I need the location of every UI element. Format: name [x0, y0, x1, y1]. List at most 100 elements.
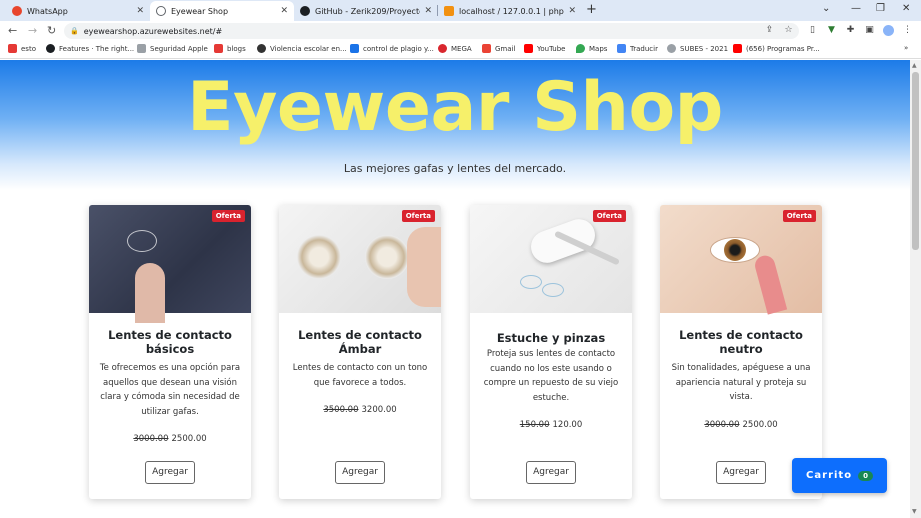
- bookmark-item[interactable]: MEGA: [438, 44, 472, 53]
- product-card: Oferta Lentes de contacto Ámbar Lentes d…: [279, 205, 441, 499]
- bookmark-label: Violencia escolar en...: [270, 44, 347, 53]
- product-title: Lentes de contacto básicos: [108, 328, 232, 356]
- lens-case-left: [297, 235, 341, 279]
- bookmark-item[interactable]: Traducir: [617, 44, 658, 53]
- avatar[interactable]: [883, 25, 894, 36]
- gmail-icon: [482, 44, 491, 53]
- lock-icon: 🔒: [70, 27, 79, 35]
- bookmark-item[interactable]: blogs: [214, 44, 246, 53]
- forward-icon[interactable]: →: [28, 24, 37, 37]
- product-card: Oferta Lentes de contacto básicos Te ofr…: [89, 205, 251, 499]
- product-description: Lentes de contacto con un tono que favor…: [292, 363, 428, 388]
- close-window-icon[interactable]: ✕: [902, 3, 910, 14]
- more-bookmarks-icon[interactable]: »: [904, 44, 908, 52]
- old-price: 150.00: [519, 420, 550, 430]
- product-image: Oferta: [279, 205, 441, 313]
- new-price: 2500.00: [171, 434, 207, 444]
- iris-shape: [724, 239, 746, 261]
- bookmark-label: Traducir: [630, 44, 658, 53]
- product-price: 3000.00 2500.00: [660, 420, 822, 430]
- contact-lens-shape: [127, 230, 157, 252]
- tab-github[interactable]: GitHub - Zerik209/ProyectoSisDe ✕: [294, 1, 438, 21]
- cart-label: Carrito: [806, 470, 853, 481]
- page-title: Eyewear Shop: [187, 68, 723, 147]
- product-price: 150.00 120.00: [470, 420, 632, 430]
- tab-whatsapp[interactable]: WhatsApp ✕: [6, 1, 150, 21]
- menu-icon[interactable]: ⋮: [902, 25, 913, 36]
- page-subtitle: Las mejores gafas y lentes del mercado.: [343, 162, 567, 175]
- bookmark-item[interactable]: YouTube: [524, 44, 565, 53]
- lens-case-shape: [526, 214, 600, 268]
- tab-eyewear-shop[interactable]: Eyewear Shop ✕: [150, 1, 294, 21]
- finger-shape: [752, 253, 788, 315]
- globe-icon: [667, 44, 676, 53]
- globe-icon: [156, 6, 166, 16]
- bookmark-label: Features · The right...: [59, 44, 135, 53]
- cart-button[interactable]: Carrito 0: [792, 458, 887, 493]
- youtube-icon: [524, 44, 533, 53]
- bookmark-item[interactable]: Violencia escolar en...: [257, 44, 347, 53]
- bookmark-item[interactable]: Maps: [576, 44, 607, 53]
- tab-label: WhatsApp: [27, 6, 68, 16]
- url-bar[interactable]: 🔒 eyewearshop.azurewebsites.net/#: [64, 23, 799, 39]
- tab-label: Eyewear Shop: [171, 6, 229, 16]
- bookmark-item[interactable]: SUBES - 2021: [667, 44, 728, 53]
- product-description: Sin tonalidades, apéguese a una aparienc…: [671, 363, 811, 402]
- minimize-icon[interactable]: —: [851, 3, 861, 14]
- bookmark-label: SUBES - 2021: [680, 44, 729, 53]
- add-to-cart-button[interactable]: Agregar: [145, 461, 195, 484]
- star-icon[interactable]: ☆: [783, 25, 794, 36]
- bookmark-label: control de plagio y...: [363, 44, 434, 53]
- lens-case-right: [365, 235, 409, 279]
- address-toolbar: ← → ↻ 🔒 eyewearshop.azurewebsites.net/# …: [0, 21, 921, 41]
- tab-search-icon[interactable]: ⌄: [822, 3, 830, 14]
- tab-strip: WhatsApp ✕ Eyewear Shop ✕ GitHub - Zerik…: [0, 0, 921, 21]
- product-price: 3500.00 3200.00: [279, 405, 441, 415]
- product-card: Oferta Estuche y pinzas Proteja sus lent…: [470, 205, 632, 499]
- close-icon[interactable]: ✕: [280, 6, 288, 16]
- add-to-cart-button[interactable]: Agregar: [716, 461, 766, 484]
- back-icon[interactable]: ←: [8, 24, 17, 37]
- scroll-thumb[interactable]: [912, 72, 919, 250]
- add-to-cart-button[interactable]: Agregar: [335, 461, 385, 484]
- bookmark-item[interactable]: Features · The right...: [46, 44, 134, 53]
- sale-badge: Oferta: [782, 210, 816, 222]
- maps-icon: [576, 44, 585, 53]
- reload-icon[interactable]: ↻: [47, 24, 56, 37]
- puzzle-icon[interactable]: ✚: [845, 25, 856, 36]
- tab-phpmyadmin[interactable]: localhost / 127.0.0.1 | phpMyAdm ✕: [438, 1, 582, 21]
- share-icon[interactable]: ⇪: [764, 25, 775, 36]
- bookmark-item[interactable]: Gmail: [482, 44, 515, 53]
- bookmark-label: (656) Programas Pr...: [746, 44, 820, 53]
- bookmark-item[interactable]: (656) Programas Pr...: [733, 44, 820, 53]
- sale-badge: Oferta: [592, 210, 626, 222]
- globe-icon: [257, 44, 266, 53]
- contact-lens-shape: [520, 275, 542, 289]
- new-tab-button[interactable]: +: [586, 2, 597, 17]
- translate-icon: [617, 44, 626, 53]
- add-to-cart-button[interactable]: Agregar: [526, 461, 576, 484]
- scroll-up-icon[interactable]: ▲: [912, 62, 917, 69]
- sale-badge: Oferta: [401, 210, 435, 222]
- contact-lens-shape: [542, 283, 564, 297]
- old-price: 3000.00: [133, 434, 169, 444]
- close-icon[interactable]: ✕: [136, 6, 144, 16]
- extension-download-icon[interactable]: ▼: [826, 25, 837, 36]
- tab-label: GitHub - Zerik209/ProyectoSisDe: [315, 6, 420, 16]
- maximize-icon[interactable]: ❐: [876, 3, 885, 14]
- bookmark-item[interactable]: control de plagio y...: [350, 44, 434, 53]
- sidebar-icon[interactable]: ▣: [864, 25, 875, 36]
- bookmark-label: esto: [21, 44, 36, 53]
- bookmark-label: blogs: [227, 44, 246, 53]
- scroll-down-icon[interactable]: ▼: [912, 508, 917, 515]
- new-price: 3200.00: [361, 405, 397, 415]
- bookmark-item[interactable]: Seguridad Apple: [137, 44, 208, 53]
- product-image: Oferta: [470, 205, 632, 313]
- extension-doc-icon[interactable]: ▯: [807, 25, 818, 36]
- product-description: Te ofrecemos es una opción para aquellos…: [99, 363, 241, 417]
- bookmark-item[interactable]: esto: [8, 44, 36, 53]
- close-icon[interactable]: ✕: [424, 6, 432, 16]
- close-icon[interactable]: ✕: [568, 6, 576, 16]
- scrollbar[interactable]: ▲ ▼: [910, 60, 921, 518]
- tab-label: localhost / 127.0.0.1 | phpMyAdm: [459, 6, 564, 16]
